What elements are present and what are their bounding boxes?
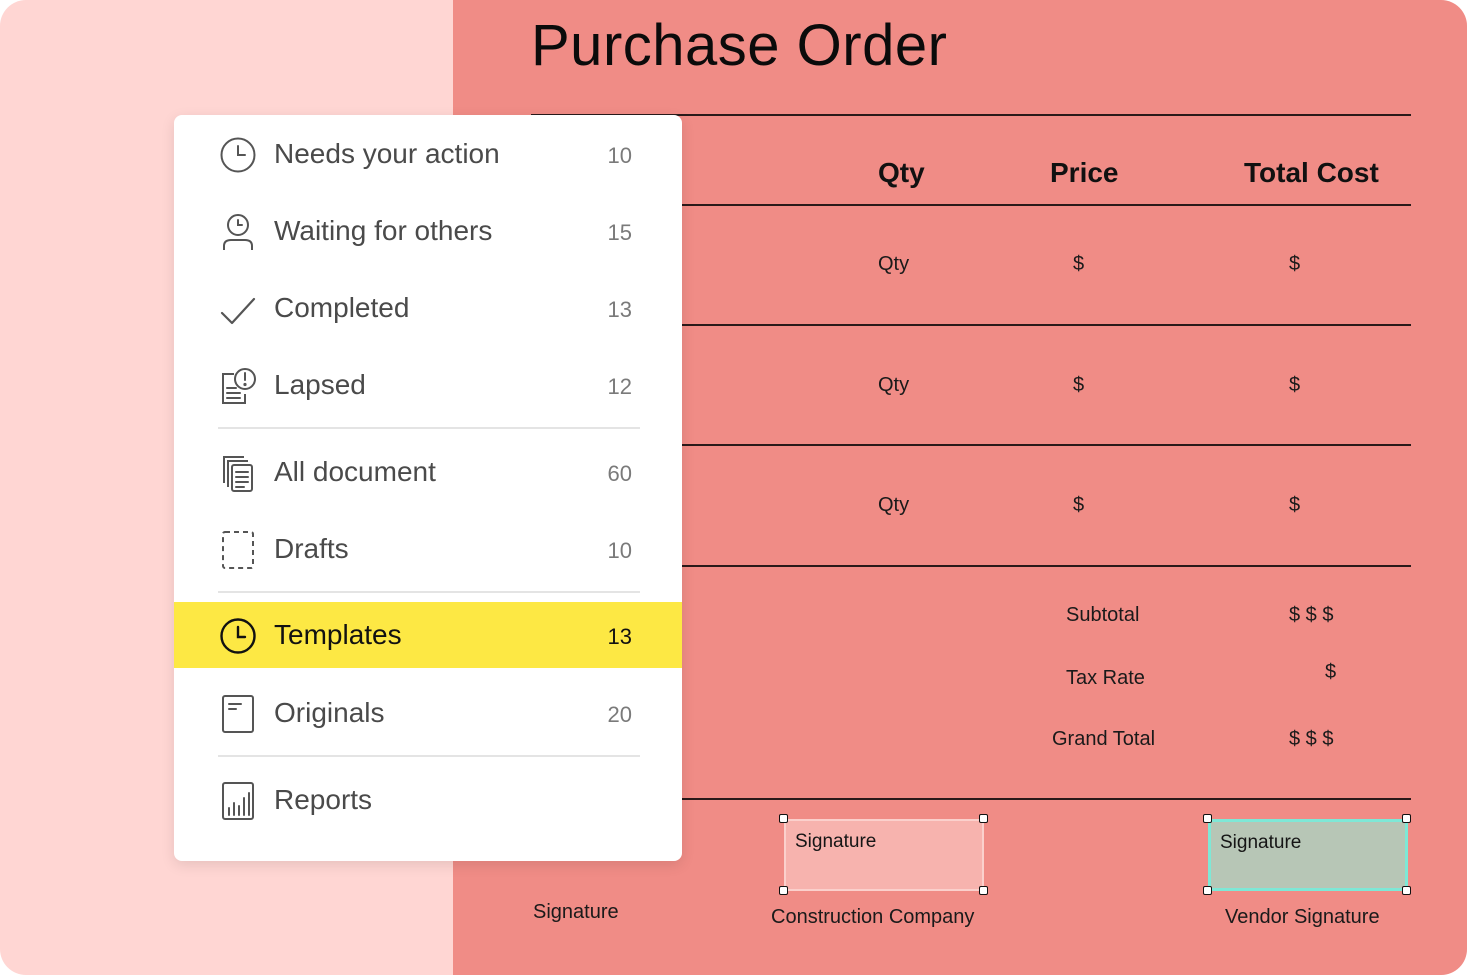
subtotal-value[interactable]: $ $ $ xyxy=(1289,604,1333,627)
row-2-total[interactable]: $ xyxy=(1289,374,1300,397)
menu-item-count: 12 xyxy=(607,374,632,399)
menu-item-count: 15 xyxy=(607,220,632,245)
header-price: Price xyxy=(1050,157,1119,188)
row-2-qty[interactable]: Qty xyxy=(878,374,909,397)
menu-item-completed[interactable]: Completed 13 xyxy=(174,275,682,341)
resize-handle[interactable] xyxy=(979,814,988,823)
resize-handle[interactable] xyxy=(1203,886,1212,895)
menu-divider xyxy=(218,755,640,757)
person-clock-icon xyxy=(218,212,258,252)
row-3-total[interactable]: $ xyxy=(1289,494,1300,517)
menu-item-lapsed[interactable]: Lapsed 12 xyxy=(174,352,682,418)
tax-rate-label: Tax Rate xyxy=(1066,667,1145,689)
menu-item-originals[interactable]: Originals 20 xyxy=(174,680,682,746)
documents-stack-icon xyxy=(218,453,258,493)
page-icon xyxy=(218,694,258,734)
document-status-menu: Needs your action 10 Waiting for others … xyxy=(174,115,682,861)
menu-item-needs-your-action[interactable]: Needs your action 10 xyxy=(174,121,682,187)
resize-handle[interactable] xyxy=(1402,814,1411,823)
menu-item-label: Completed xyxy=(274,292,410,323)
menu-item-templates[interactable]: Templates 13 xyxy=(174,602,682,668)
document-alert-icon xyxy=(218,366,258,406)
row-2-price[interactable]: $ xyxy=(1073,374,1084,397)
company-signature-label: Signature xyxy=(795,831,877,852)
vendor-signature-field[interactable]: Signature xyxy=(1208,819,1408,891)
resize-handle[interactable] xyxy=(779,886,788,895)
document-title: Purchase Order xyxy=(531,13,948,78)
resize-handle[interactable] xyxy=(1203,814,1212,823)
subtotal-label: Subtotal xyxy=(1066,604,1140,626)
header-total-cost: Total Cost xyxy=(1244,157,1379,188)
row-1-price[interactable]: $ xyxy=(1073,253,1084,276)
construction-company-caption: Construction Company xyxy=(771,906,975,928)
menu-item-label: Originals xyxy=(274,697,385,728)
menu-divider xyxy=(218,427,640,429)
menu-item-reports[interactable]: Reports xyxy=(174,767,682,833)
app-frame: Purchase Order Qty Price Total Cost Qty … xyxy=(0,0,1467,975)
row-3-price[interactable]: $ xyxy=(1073,494,1084,517)
menu-item-count: 60 xyxy=(607,461,632,486)
menu-item-label: All document xyxy=(274,456,436,487)
menu-item-count: 10 xyxy=(607,143,632,168)
dashed-page-icon xyxy=(218,530,258,570)
row-1-total[interactable]: $ xyxy=(1289,253,1300,276)
resize-handle[interactable] xyxy=(979,886,988,895)
menu-item-label: Reports xyxy=(274,784,373,815)
menu-item-count: 13 xyxy=(607,624,632,649)
menu-item-label: Needs your action xyxy=(274,138,500,169)
grand-total-label: Grand Total xyxy=(1052,728,1156,750)
menu-item-drafts[interactable]: Drafts 10 xyxy=(174,516,682,582)
menu-divider xyxy=(218,591,640,593)
menu-item-label: Drafts xyxy=(274,533,349,564)
vendor-signature-caption: Vendor Signature xyxy=(1225,906,1380,928)
signature-caption: Signature xyxy=(533,901,619,923)
menu-item-count: 20 xyxy=(607,702,632,727)
menu-item-label: Lapsed xyxy=(274,369,366,400)
grand-total-value[interactable]: $ $ $ xyxy=(1289,728,1333,751)
menu-item-all-document[interactable]: All document 60 xyxy=(174,439,682,505)
resize-handle[interactable] xyxy=(779,814,788,823)
menu-item-label: Templates xyxy=(274,619,402,650)
vendor-signature-label: Signature xyxy=(1220,832,1302,853)
resize-handle[interactable] xyxy=(1402,886,1411,895)
menu-item-waiting-for-others[interactable]: Waiting for others 15 xyxy=(174,198,682,264)
row-3-qty[interactable]: Qty xyxy=(878,494,909,517)
company-signature-field[interactable]: Signature xyxy=(784,819,984,891)
header-qty: Qty xyxy=(878,157,925,188)
menu-item-label: Waiting for others xyxy=(274,215,493,246)
checkmark-icon xyxy=(218,289,258,329)
bar-chart-icon xyxy=(218,781,258,821)
clock-icon xyxy=(218,616,258,656)
menu-item-count: 10 xyxy=(607,538,632,563)
clock-icon xyxy=(218,135,258,175)
row-1-qty[interactable]: Qty xyxy=(878,253,909,276)
tax-rate-value[interactable]: $ xyxy=(1325,661,1336,684)
menu-item-count: 13 xyxy=(607,297,632,322)
